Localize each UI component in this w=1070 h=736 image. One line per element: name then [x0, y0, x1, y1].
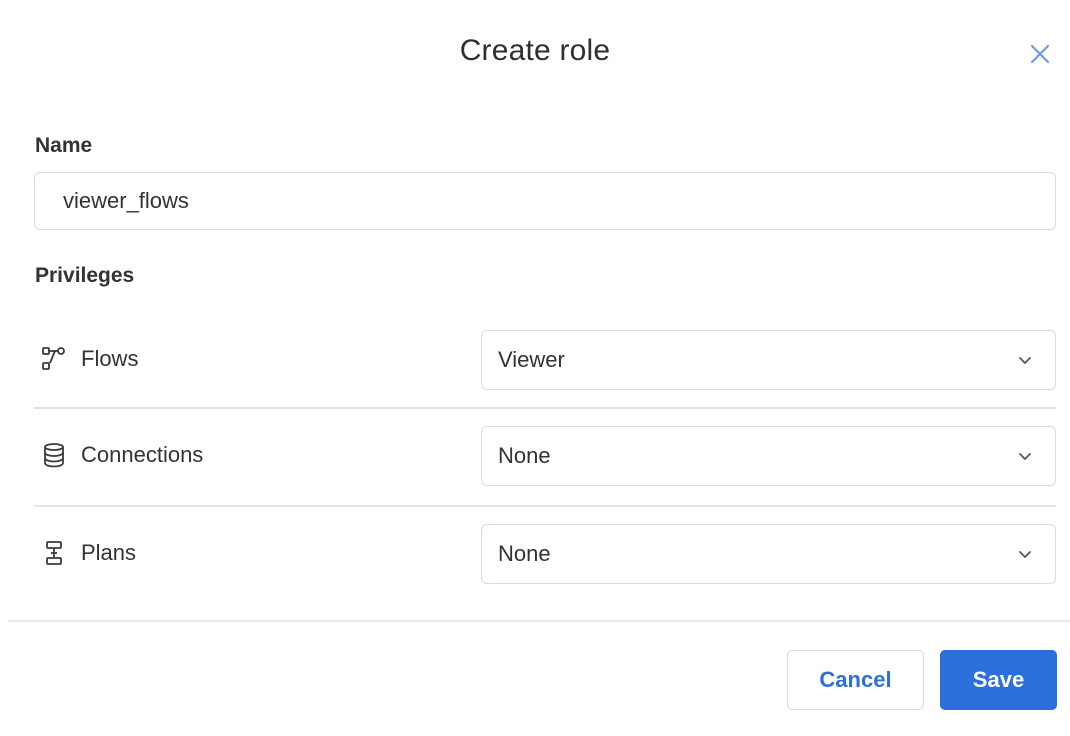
connections-privilege-value: None	[498, 443, 551, 468]
privilege-name-flows: Flows	[81, 346, 139, 371]
close-icon	[1030, 44, 1050, 64]
privilege-row-plans: Plans None	[34, 523, 1056, 584]
row-divider	[34, 407, 1056, 409]
footer-divider	[8, 620, 1070, 622]
privilege-name-connections: Connections	[81, 442, 204, 467]
database-icon	[40, 441, 68, 469]
privileges-label: Privileges	[35, 264, 135, 287]
connections-privilege-select[interactable]: None	[481, 426, 1056, 486]
close-button[interactable]	[1024, 38, 1056, 70]
plans-icon	[40, 539, 68, 567]
name-input[interactable]	[34, 172, 1056, 230]
privilege-name-plans: Plans	[81, 540, 137, 565]
privilege-row-flows: Flows Viewer	[34, 329, 1056, 390]
chevron-down-icon	[1019, 551, 1031, 558]
save-button[interactable]: Save	[940, 650, 1057, 710]
plans-privilege-value: None	[498, 541, 551, 566]
name-label: Name	[35, 134, 93, 157]
flows-privilege-value: Viewer	[498, 347, 565, 372]
privilege-row-connections: Connections None	[34, 425, 1056, 486]
cancel-button[interactable]: Cancel	[787, 650, 924, 710]
row-divider	[34, 505, 1056, 507]
flows-icon	[40, 345, 68, 373]
plans-privilege-select[interactable]: None	[481, 524, 1056, 584]
flows-privilege-select[interactable]: Viewer	[481, 330, 1056, 390]
chevron-down-icon	[1019, 357, 1031, 364]
create-role-dialog: Create role Name Privileges Flows Viewe	[0, 0, 1070, 736]
chevron-down-icon	[1019, 453, 1031, 460]
dialog-title: Create role	[459, 34, 611, 67]
